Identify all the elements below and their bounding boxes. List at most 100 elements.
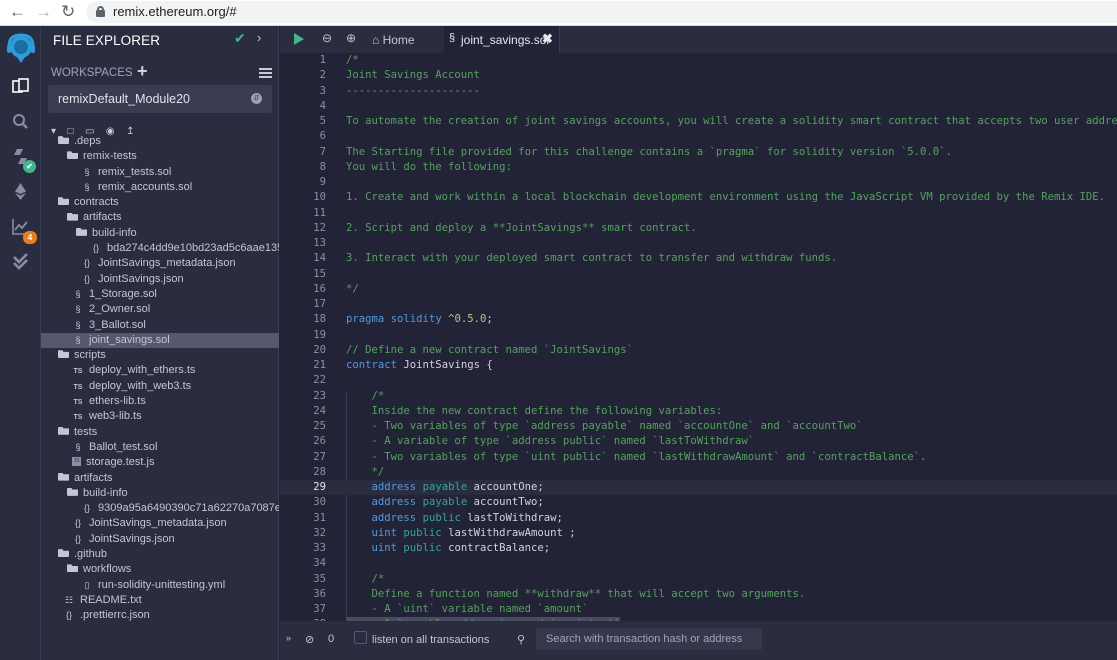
code-line[interactable]: 1 /* (280, 53, 1117, 68)
code-line[interactable]: 24 Inside the new contract define the fo… (280, 404, 1117, 419)
code-line[interactable]: 3 --------------------- (280, 84, 1117, 99)
tree-folder[interactable]: artifacts (41, 210, 279, 225)
tree-file[interactable]: {} 9309a95a6490390c71a62270a7087e21 (41, 501, 279, 516)
code-line[interactable]: 31 address public lastToWithdraw; (280, 511, 1117, 526)
code-line[interactable]: 21 contract JointSavings { (280, 358, 1117, 373)
code-line[interactable]: 5 To automate the creation of joint savin… (280, 114, 1117, 129)
code-line[interactable]: 17 (280, 297, 1117, 312)
code-line[interactable]: 32 uint public lastWithdrawAmount ; (280, 526, 1117, 541)
sol-icon: § (75, 319, 81, 330)
reload-button[interactable]: ↻ (61, 2, 75, 22)
tree-file[interactable]: TS ethers-lib.ts (41, 394, 279, 409)
tree-folder[interactable]: artifacts (41, 471, 279, 486)
code-line[interactable]: 29 address payable accountOne; (280, 480, 1117, 496)
code-line[interactable]: 7 The Starting file provided for this cha… (280, 145, 1117, 160)
code-line[interactable]: 4 (280, 99, 1117, 114)
deploy-run-icon[interactable] (0, 182, 41, 210)
code-line[interactable]: 11 (280, 206, 1117, 221)
tab-home[interactable]: ⌂ Home (372, 26, 415, 53)
code-line[interactable]: 28 */ (280, 465, 1117, 480)
tree-file[interactable]: {} bda274c4dd9e10bd23ad5c6aae135025 (41, 241, 279, 256)
code-line[interactable]: 12 2. Script and deploy a **JointSavings*… (280, 221, 1117, 236)
tree-folder[interactable]: remix-tests (41, 149, 279, 164)
listen-checkbox[interactable] (354, 631, 367, 644)
tree-file[interactable]: ☷ README.txt (41, 593, 279, 608)
address-bar[interactable]: remix.ethereum.org/# (86, 1, 1117, 23)
code-line[interactable]: 10 1. Create and work within a local bloc… (280, 190, 1117, 205)
line-text: Inside the new contract define the follo… (346, 404, 723, 417)
code-line[interactable]: 25 - Two variables of type `address paya… (280, 419, 1117, 434)
code-line[interactable]: 34 (280, 556, 1117, 571)
code-line[interactable]: 14 3. Interact with your deployed smart c… (280, 251, 1117, 266)
back-button[interactable]: ← (9, 2, 26, 22)
code-line[interactable]: 35 /* (280, 572, 1117, 587)
code-line[interactable]: 8 You will do the following: (280, 160, 1117, 175)
tree-file[interactable]: JS storage.test.js (41, 455, 279, 470)
tree-folder[interactable]: contracts (41, 195, 279, 210)
collapse-terminal-icon[interactable]: » (286, 633, 291, 643)
hamburger-menu-icon[interactable] (259, 68, 272, 79)
tree-file[interactable]: § 2_Owner.sol (41, 302, 279, 317)
code-line[interactable]: 26 - A variable of type `address public`… (280, 434, 1117, 449)
line-text: */ (346, 465, 385, 478)
tree-file[interactable]: § 1_Storage.sol (41, 287, 279, 302)
code-line[interactable]: 13 (280, 236, 1117, 251)
code-line[interactable]: 23 /* (280, 389, 1117, 404)
clear-console-icon[interactable]: ⊘ (305, 633, 314, 646)
code-line[interactable]: 33 uint public contractBalance; (280, 541, 1117, 556)
add-workspace-button[interactable]: + (137, 61, 148, 82)
tree-file[interactable]: § remix_tests.sol (41, 165, 279, 180)
tree-file[interactable]: § Ballot_test.sol (41, 440, 279, 455)
solidity-compiler-icon[interactable]: ✔ (0, 147, 41, 175)
tree-item-label: ethers-lib.ts (89, 395, 146, 408)
file-explorer-icon[interactable] (0, 77, 41, 105)
close-tab-icon[interactable]: ✖ (542, 31, 553, 47)
transaction-search-input[interactable] (536, 628, 762, 650)
code-line[interactable]: 9 (280, 175, 1117, 190)
tree-file[interactable]: ▯ run-solidity-unittesting.yml (41, 578, 279, 593)
tree-file[interactable]: {} .prettierrc.json (41, 608, 279, 623)
tree-file[interactable]: TS deploy_with_web3.ts (41, 379, 279, 394)
tree-folder[interactable]: build-info (41, 486, 279, 501)
tab-joint-savings[interactable]: § joint_savings.sol ✖ (444, 26, 560, 53)
code-line[interactable]: 2 Joint Savings Account (280, 68, 1117, 83)
code-line[interactable]: 18 pragma solidity ^0.5.0; (280, 312, 1117, 327)
tree-file[interactable]: {} JointSavings_metadata.json (41, 256, 279, 271)
code-line[interactable]: 22 (280, 373, 1117, 388)
tree-file[interactable]: {} JointSavings.json (41, 272, 279, 287)
tree-folder[interactable]: scripts (41, 348, 279, 363)
tree-file[interactable]: TS deploy_with_ethers.ts (41, 363, 279, 378)
search-icon[interactable] (0, 112, 41, 140)
code-line[interactable]: 37 - A `uint` variable named `amount` (280, 602, 1117, 617)
code-line[interactable]: 20 // Define a new contract named `JointS… (280, 343, 1117, 358)
sol-icon: § (84, 181, 90, 192)
analysis-icon[interactable]: 4 (0, 217, 41, 245)
chevron-right-icon[interactable]: › (257, 30, 261, 45)
code-line[interactable]: 30 address payable accountTwo; (280, 495, 1117, 510)
tree-folder[interactable]: workflows (41, 562, 279, 577)
code-line[interactable]: 36 Define a function named **withdraw** … (280, 587, 1117, 602)
unit-testing-icon[interactable] (0, 252, 41, 280)
code-line[interactable]: 27 - Two variables of type `uint public`… (280, 450, 1117, 465)
tree-file[interactable]: {} JointSavings_metadata.json (41, 516, 279, 531)
zoom-in-icon[interactable]: ⊕ (346, 31, 356, 45)
tree-file[interactable]: § remix_accounts.sol (41, 180, 279, 195)
code-line[interactable]: 16 */ (280, 282, 1117, 297)
tree-file[interactable]: § 3_Ballot.sol (41, 318, 279, 333)
tree-file[interactable]: § joint_savings.sol (41, 332, 279, 349)
workspace-select[interactable]: remixDefault_Module20 ⇵ (48, 85, 272, 113)
code-line[interactable]: 19 (280, 328, 1117, 343)
tree-folder[interactable]: .deps (41, 134, 279, 149)
tree-folder[interactable]: build-info (41, 226, 279, 241)
code-editor[interactable]: 1 /* 2 Joint Savings Account 3 --------------… (280, 53, 1117, 621)
zoom-out-icon[interactable]: ⊖ (322, 31, 332, 45)
tree-folder[interactable]: .github (41, 547, 279, 562)
remix-logo[interactable] (0, 32, 41, 68)
forward-button[interactable]: → (35, 2, 52, 22)
code-line[interactable]: 15 (280, 267, 1117, 282)
tree-folder[interactable]: tests (41, 425, 279, 440)
code-line[interactable]: 6 (280, 129, 1117, 144)
tree-file[interactable]: {} JointSavings.json (41, 532, 279, 547)
run-script-button[interactable] (294, 33, 304, 45)
tree-file[interactable]: TS web3-lib.ts (41, 409, 279, 424)
